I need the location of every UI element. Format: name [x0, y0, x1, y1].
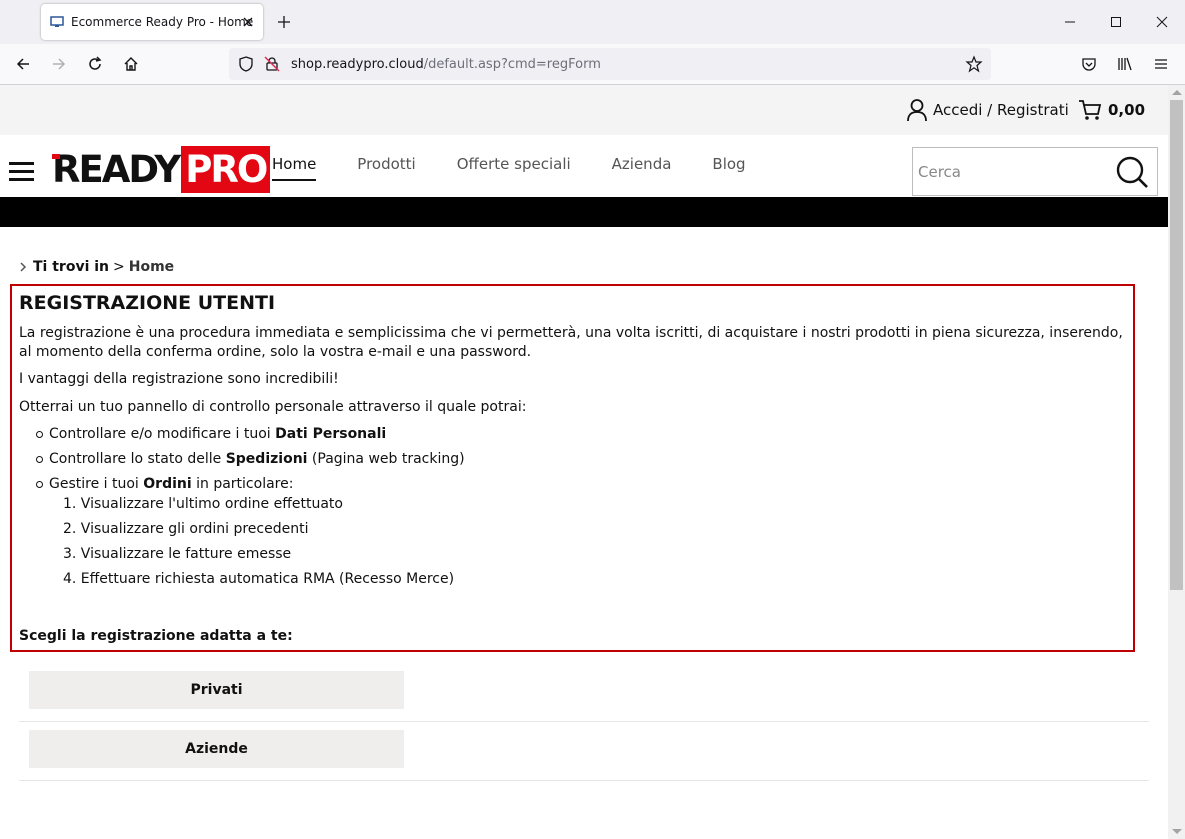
page-scrollbar[interactable] — [1168, 85, 1185, 839]
site-header: READY PRO Home Prodotti Offerte speciali… — [0, 135, 1168, 197]
list-item: 3. Visualizzare le fatture emesse — [63, 545, 292, 562]
search-icon[interactable] — [1114, 155, 1150, 189]
close-tab-icon[interactable] — [240, 14, 256, 30]
hamburger-menu-icon[interactable] — [9, 162, 34, 182]
registration-advantages: I vantaggi della registrazione sono incr… — [19, 371, 339, 387]
browser-tab[interactable]: Ecommerce Ready Pro - Home — [41, 4, 263, 40]
list-item: Controllare lo stato delle Spedizioni (P… — [35, 450, 1126, 469]
logo-text-ready: READY — [52, 148, 181, 191]
registration-intro: La registrazione è una procedura immedia… — [19, 325, 1123, 360]
option-row-company: Aziende — [19, 721, 1149, 781]
web-page: Accedi / Registrati 0,00 READY PRO Home … — [0, 85, 1168, 839]
account-link[interactable]: Accedi / Registrati — [906, 98, 1069, 122]
breadcrumb: Ti trovi in > Home — [19, 259, 174, 275]
menu-item-offerte-speciali[interactable]: Offerte speciali — [457, 155, 571, 181]
private-registration-button[interactable]: Privati — [29, 671, 404, 709]
pocket-icon[interactable] — [1080, 55, 1098, 73]
forward-arrow-icon[interactable] — [50, 55, 68, 73]
registration-info-box: REGISTRAZIONE UTENTI La registrazione è … — [10, 284, 1135, 652]
scroll-up-arrow-icon[interactable] — [1172, 90, 1182, 95]
orders-sublist: 1. Visualizzare l'ultimo ordine effettua… — [63, 495, 1126, 589]
close-window-icon[interactable] — [1154, 14, 1170, 30]
main-menu: Home Prodotti Offerte speciali Azienda B… — [272, 155, 787, 181]
browser-toolbar: shop.readypro.cloud/default.asp?cmd=regF… — [0, 44, 1185, 85]
user-icon — [907, 99, 927, 122]
cart-total: 0,00 — [1108, 101, 1146, 119]
cart-link[interactable]: 0,00 — [1078, 98, 1145, 122]
scrollbar-thumb[interactable] — [1170, 100, 1183, 590]
search-box — [912, 147, 1158, 196]
menu-item-blog[interactable]: Blog — [712, 155, 745, 181]
account-label: Accedi / Registrati — [933, 101, 1069, 119]
page-title: REGISTRAZIONE UTENTI — [19, 292, 276, 314]
maximize-icon[interactable] — [1108, 14, 1124, 30]
home-icon[interactable] — [122, 55, 140, 73]
cart-icon — [1079, 100, 1102, 120]
menu-item-prodotti[interactable]: Prodotti — [357, 155, 415, 181]
menu-item-azienda[interactable]: Azienda — [612, 155, 672, 181]
breadcrumb-label: Ti trovi in — [33, 259, 110, 275]
registration-panel-intro: Otterrai un tuo pannello di controllo pe… — [19, 398, 527, 415]
reload-icon[interactable] — [86, 55, 104, 73]
browser-tabbar: Ecommerce Ready Pro - Home — [0, 0, 1185, 44]
company-registration-button[interactable]: Aziende — [29, 730, 404, 768]
site-favicon-icon — [50, 16, 64, 27]
app-menu-icon[interactable] — [1152, 55, 1170, 73]
back-arrow-icon[interactable] — [14, 55, 32, 73]
list-item: 2. Visualizzare gli ordini precedenti — [63, 520, 309, 537]
list-item: 4. Effettuare richiesta automatica RMA (… — [63, 570, 455, 587]
tab-title: Ecommerce Ready Pro - Home — [71, 15, 254, 29]
scroll-down-arrow-icon[interactable] — [1172, 829, 1182, 834]
chevron-right-icon — [20, 262, 27, 272]
library-icon[interactable] — [1116, 55, 1134, 73]
menu-item-home[interactable]: Home — [272, 155, 317, 181]
list-item: Gestire i tuoi Ordini in particolare: 1.… — [35, 475, 1126, 588]
option-row-private: Privati — [19, 662, 1149, 722]
logo-text-pro: PRO — [181, 146, 271, 193]
url-text[interactable]: shop.readypro.cloud/default.asp?cmd=regF… — [291, 57, 601, 72]
benefits-list: Controllare e/o modificare i tuoi Dati P… — [35, 425, 1126, 588]
search-input[interactable] — [913, 148, 1103, 195]
shield-icon[interactable] — [237, 55, 255, 73]
lock-insecure-icon[interactable] — [263, 55, 281, 73]
site-logo[interactable]: READY PRO — [52, 146, 271, 193]
list-item: 1. Visualizzare l'ultimo ordine effettua… — [63, 495, 343, 512]
bookmark-star-icon[interactable] — [965, 55, 983, 73]
minimize-icon[interactable] — [1062, 14, 1078, 30]
new-tab-icon[interactable] — [276, 14, 292, 30]
top-utility-bar: Accedi / Registrati 0,00 — [0, 85, 1168, 135]
breadcrumb-separator: > — [113, 259, 125, 275]
address-bar[interactable]: shop.readypro.cloud/default.asp?cmd=regF… — [229, 48, 991, 80]
header-black-bar — [0, 197, 1168, 227]
breadcrumb-home-link[interactable]: Home — [129, 259, 174, 275]
list-item: Controllare e/o modificare i tuoi Dati P… — [35, 425, 1126, 444]
choose-registration-label: Scegli la registrazione adatta a te: — [19, 628, 293, 644]
